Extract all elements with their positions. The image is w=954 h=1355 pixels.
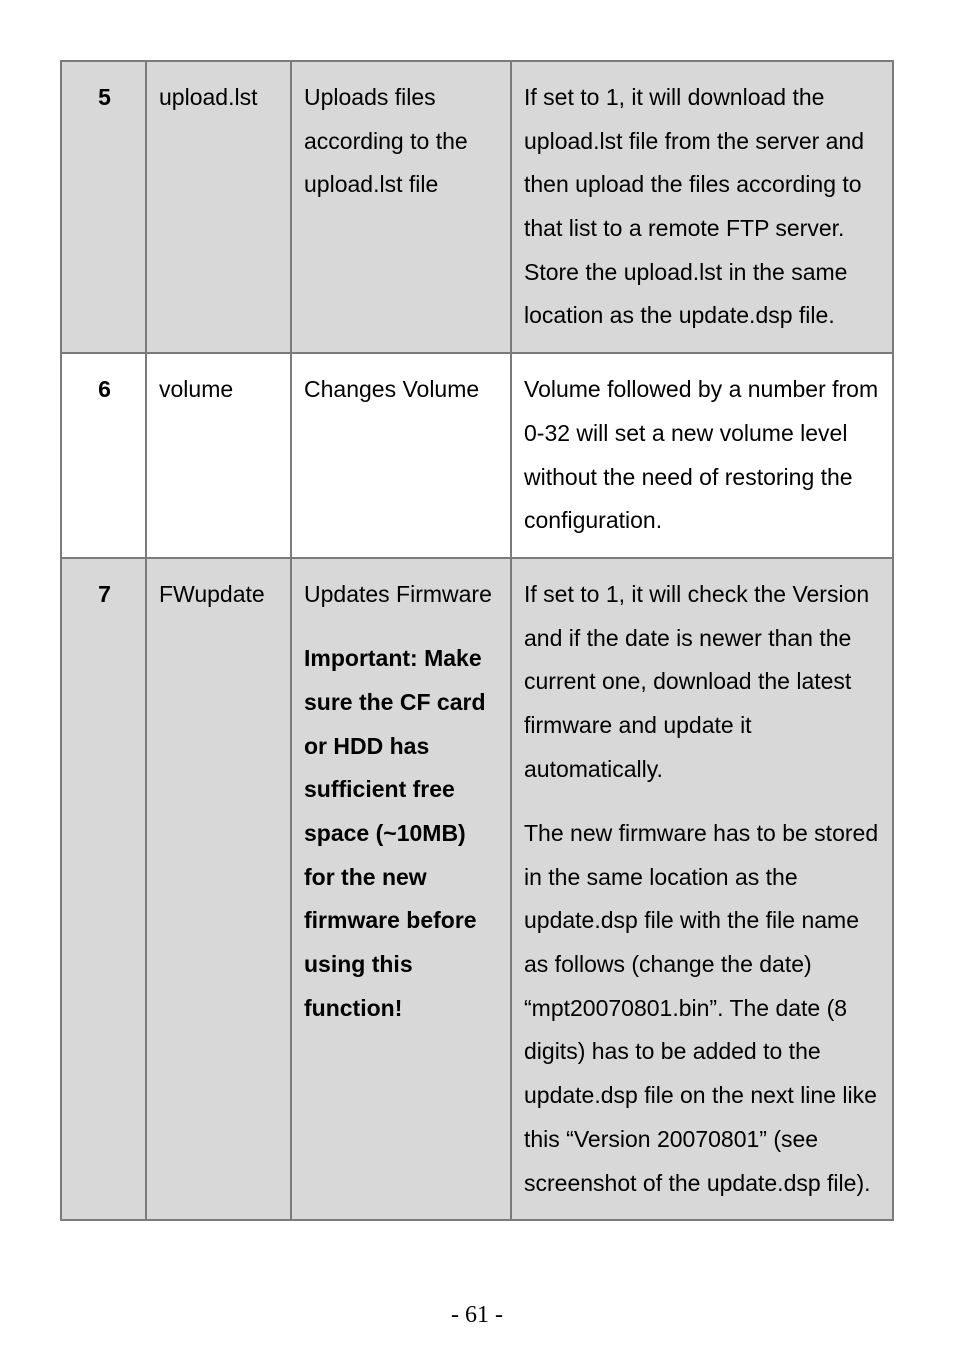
- row-detail: If set to 1, it will check the Version a…: [511, 558, 893, 1220]
- page-number: - 61 -: [0, 1302, 954, 1329]
- row-detail: Volume followed by a number from 0-32 wi…: [511, 353, 893, 558]
- config-table: 5 upload.lst Uploads files according to …: [60, 60, 894, 1221]
- row-number: 7: [61, 558, 146, 1220]
- row-number: 5: [61, 61, 146, 353]
- row-detail: If set to 1, it will download the upload…: [511, 61, 893, 353]
- row-name: volume: [146, 353, 291, 558]
- desc-bold: Important: Make sure the CF card or HDD …: [304, 645, 486, 1021]
- row-desc: Changes Volume: [291, 353, 511, 558]
- table-row: 6 volume Changes Volume Volume followed …: [61, 353, 893, 558]
- row-desc: Uploads files according to the upload.ls…: [291, 61, 511, 353]
- detail-p1: If set to 1, it will check the Version a…: [524, 581, 869, 782]
- row-name: upload.lst: [146, 61, 291, 353]
- desc-plain: Updates Firmware: [304, 581, 492, 607]
- row-desc: Updates Firmware Important: Make sure th…: [291, 558, 511, 1220]
- row-name: FWupdate: [146, 558, 291, 1220]
- table-row: 7 FWupdate Updates Firmware Important: M…: [61, 558, 893, 1220]
- row-number: 6: [61, 353, 146, 558]
- table-row: 5 upload.lst Uploads files according to …: [61, 61, 893, 353]
- detail-p2: The new firmware has to be stored in the…: [524, 820, 878, 1196]
